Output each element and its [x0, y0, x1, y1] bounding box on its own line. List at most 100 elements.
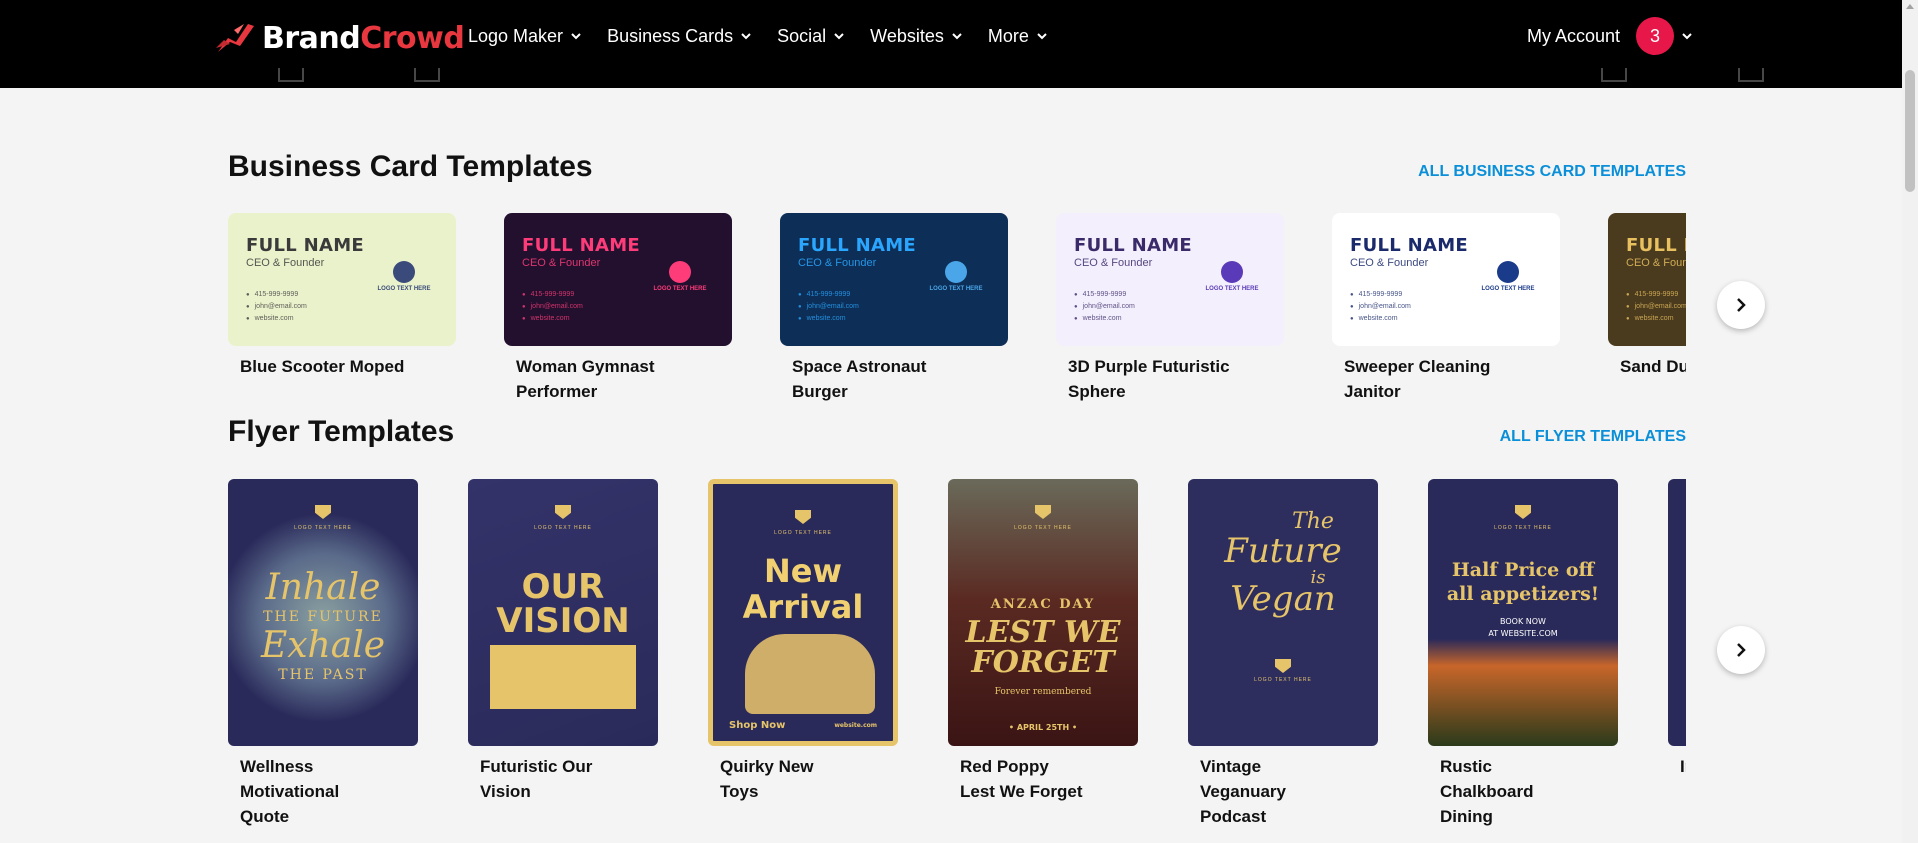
business-card-next-button[interactable]: [1717, 281, 1765, 329]
preview-logo-text: LOGO TEXT HERE: [653, 286, 707, 292]
flyer-template[interactable]: LOGO TEXT HERE In Fa G: [1668, 479, 1686, 779]
business-card-template[interactable]: FULL NAMECEO & Founder 415-999-9999john@e…: [780, 213, 1008, 403]
template-name[interactable]: Futuristic Our Vision: [468, 754, 608, 804]
flyer-template[interactable]: LOGO TEXT HERE ANZAC DAY LEST WE FORGET Fore…: [948, 479, 1138, 804]
nav-business-cards[interactable]: Business Cards: [607, 22, 753, 50]
business-card-preview[interactable]: FULL NAMECEO & Founder 415-999-9999john@e…: [780, 213, 1008, 346]
preview-email: john@email.com: [1626, 301, 1686, 313]
chevron-down-icon: [834, 33, 844, 40]
preview-phone: 415-999-9999: [246, 289, 307, 301]
template-name[interactable]: 3D Purple Futuristic Sphere: [1056, 354, 1246, 403]
flyer-template[interactable]: LOGO TEXT HERE Inhale THE FUTURE Exhale THE …: [228, 479, 418, 829]
preview-logo: LOGO TEXT HERE: [1480, 261, 1536, 292]
business-card-template[interactable]: FULL NAMECEO & Founder 415-999-9999john@e…: [1056, 213, 1284, 403]
preview-full-name: FULL NAME: [1074, 235, 1193, 256]
business-card-preview[interactable]: FULL NAMECEO & Founder 415-999-9999john@e…: [228, 213, 456, 346]
business-card-template[interactable]: FULL NAMECEO & Founder 415-999-9999john@e…: [504, 213, 732, 403]
flyer-preview[interactable]: LOGO TEXT HERE ANZAC DAY LEST WE FORGET Fore…: [948, 479, 1138, 746]
preview-phone: 415-999-9999: [1626, 289, 1686, 301]
decorative-icon: [278, 68, 304, 82]
chevron-down-icon: [571, 33, 581, 40]
flyer-headline: Arrival: [742, 588, 864, 626]
nav-social[interactable]: Social: [777, 22, 846, 50]
nav-websites[interactable]: Websites: [870, 22, 964, 50]
notification-badge[interactable]: 3: [1636, 17, 1675, 55]
nav-label: Social: [777, 25, 827, 46]
flyer-headline: Inhale: [265, 567, 381, 608]
scroll-up-arrow-icon[interactable]: [1906, 4, 1914, 9]
decorative-icon: [414, 68, 440, 82]
template-name[interactable]: Wellness Motivational Quote: [228, 754, 368, 829]
business-card-preview[interactable]: FULL NAMECEO & Founder 415-999-9999john@e…: [504, 213, 732, 346]
flyer-logo-text: LOGO TEXT HERE: [1014, 525, 1072, 531]
preview-phone: 415-999-9999: [798, 289, 859, 301]
logo-wordmark: BrandCrowd: [262, 20, 465, 56]
flyer-subtext: AT WEBSITE.COM: [1488, 629, 1558, 638]
template-name[interactable]: Sweeper Cleaning Janitor: [1332, 354, 1522, 403]
template-name[interactable]: Vintage Veganuary Podcast: [1188, 754, 1328, 829]
toy-blocks-image: [745, 634, 875, 714]
business-card-preview[interactable]: FULL NAMECEO & Founder 415-999-9999john@e…: [1608, 213, 1686, 346]
business-card-template[interactable]: FULL NAMECEO & Founder 415-999-9999john@e…: [1332, 213, 1560, 403]
template-name[interactable]: Sand Du: [1608, 354, 1686, 379]
template-name[interactable]: Rustic Chalkboard Dining: [1428, 754, 1568, 829]
nav-more[interactable]: More: [988, 22, 1049, 50]
flyer-template[interactable]: The Future is Vegan LOGO TEXT HERE Vintage Ve…: [1188, 479, 1378, 829]
flyer-template[interactable]: LOGO TEXT HERE OUR VISION Futuristic Our Vi…: [468, 479, 658, 804]
preview-logo-text: LOGO TEXT HERE: [377, 286, 431, 292]
my-account-menu[interactable]: My Account 3: [1527, 17, 1694, 55]
flyer-headline: all appetizers!: [1446, 583, 1600, 605]
preview-email: john@email.com: [1350, 301, 1411, 313]
flyer-template[interactable]: LOGO TEXT HERE Half Price off all appetize…: [1428, 479, 1618, 829]
flyer-logo-text: LOGO TEXT HERE: [1668, 525, 1686, 531]
scroll-thumb[interactable]: [1905, 70, 1915, 192]
template-name[interactable]: Quirky New Toys: [708, 754, 848, 804]
preview-logo: LOGO TEXT HERE: [1204, 261, 1260, 292]
preview-website: website.com: [522, 313, 583, 325]
flyer-template[interactable]: LOGO TEXT HERE New Arrival Shop Now website.…: [708, 479, 898, 804]
flyer-preview[interactable]: LOGO TEXT HERE New Arrival Shop Now website.…: [708, 479, 898, 746]
chevron-down-icon: [741, 33, 751, 40]
flyer-preview[interactable]: LOGO TEXT HERE Half Price off all appetize…: [1428, 479, 1618, 746]
flyer-headline: FORGET: [971, 645, 1115, 680]
business-card-template[interactable]: FULL NAMECEO & Founder 415-999-9999john@e…: [228, 213, 456, 379]
chevron-right-icon: [1737, 298, 1746, 312]
flyer-preview[interactable]: LOGO TEXT HERE Inhale THE FUTURE Exhale THE …: [228, 479, 418, 746]
page-scrollbar[interactable]: [1902, 0, 1918, 843]
flyer-subtext: Forever remembered: [994, 687, 1092, 697]
nav-label: More: [987, 25, 1029, 46]
preview-role: CEO & Founder: [522, 257, 601, 269]
flyer-headline: Half Price off: [1451, 559, 1595, 581]
template-name[interactable]: Woman Gymnast Performer: [504, 354, 694, 403]
nav-logo-maker[interactable]: Logo Maker: [468, 22, 583, 50]
all-business-card-templates-link[interactable]: ALL BUSINESS CARD TEMPLATES: [1418, 163, 1686, 181]
business-card-preview[interactable]: FULL NAMECEO & Founder 415-999-9999john@e…: [1056, 213, 1284, 346]
business-card-template[interactable]: FULL NAMECEO & Founder 415-999-9999john@e…: [1608, 213, 1686, 379]
template-name[interactable]: Blue Scooter Moped: [228, 354, 418, 379]
flyer-headline: Vegan: [1230, 579, 1336, 619]
business-card-preview[interactable]: FULL NAMECEO & Founder 415-999-9999john@e…: [1332, 213, 1560, 346]
chevron-right-icon: [1737, 643, 1746, 657]
flyer-next-button[interactable]: [1717, 626, 1765, 674]
logo-crowd-text: Crowd: [360, 20, 465, 56]
preview-contacts: 415-999-9999john@email.comwebsite.com: [1350, 289, 1411, 325]
my-account-label: My Account: [1527, 25, 1621, 46]
all-flyer-templates-link[interactable]: ALL FLYER TEMPLATES: [1500, 428, 1686, 446]
flyer-preview[interactable]: LOGO TEXT HERE: [1668, 479, 1686, 746]
template-name[interactable]: Red Poppy Lest We Forget: [948, 754, 1088, 804]
preview-full-name: FULL NAME: [246, 235, 365, 256]
preview-full-name: FULL NAME: [1626, 235, 1686, 256]
flyer-preview[interactable]: The Future is Vegan LOGO TEXT HERE: [1188, 479, 1378, 746]
preview-website: website.com: [798, 313, 859, 325]
template-name[interactable]: Space Astronaut Burger: [780, 354, 970, 403]
flyer-preview[interactable]: LOGO TEXT HERE OUR VISION: [468, 479, 658, 746]
preview-role: CEO & Founder: [1626, 257, 1686, 269]
preview-email: john@email.com: [246, 301, 307, 313]
brandcrowd-logo[interactable]: BrandCrowd: [214, 18, 465, 58]
template-name[interactable]: In Fa G: [1668, 754, 1686, 779]
preview-website: website.com: [1626, 313, 1686, 325]
flyer-carousel: LOGO TEXT HERE Inhale THE FUTURE Exhale THE …: [228, 479, 1686, 843]
flyer-headline: THE FUTURE: [263, 609, 383, 625]
preview-website: website.com: [246, 313, 307, 325]
preview-contacts: 415-999-9999john@email.comwebsite.com: [1074, 289, 1135, 325]
